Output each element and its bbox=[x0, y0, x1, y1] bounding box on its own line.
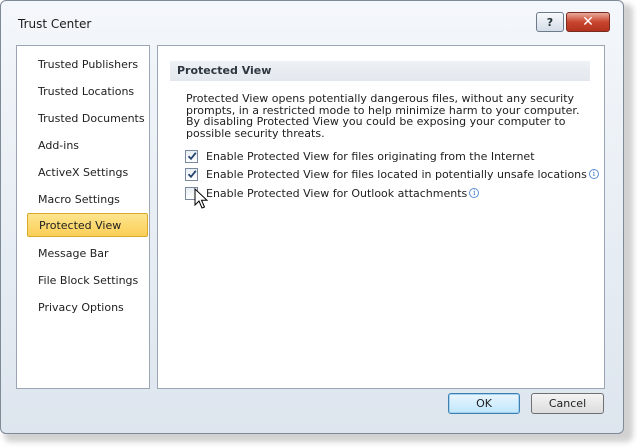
option-label: Enable Protected View for Outlook attach… bbox=[206, 186, 468, 200]
info-icon[interactable]: i bbox=[469, 188, 480, 198]
close-button[interactable]: ✕ bbox=[566, 12, 610, 32]
sidebar-item-protected-view[interactable]: Protected View bbox=[27, 213, 148, 237]
checkmark-icon bbox=[187, 170, 197, 179]
sidebar-item-add-ins[interactable]: Add-ins bbox=[27, 134, 147, 158]
help-icon: ? bbox=[546, 15, 554, 29]
option-unsafe-locations[interactable]: Enable Protected View for files located … bbox=[185, 166, 599, 182]
section-title: Protected View bbox=[170, 61, 590, 81]
window-title: Trust Center bbox=[18, 17, 92, 31]
checkbox-internet-files[interactable] bbox=[185, 149, 198, 163]
sidebar-item-trusted-locations[interactable]: Trusted Locations bbox=[27, 80, 147, 104]
section-description: Protected View opens potentially dangero… bbox=[186, 92, 580, 140]
option-label: Enable Protected View for files located … bbox=[206, 167, 587, 181]
option-label: Enable Protected View for files originat… bbox=[206, 149, 535, 163]
settings-panel: Protected View Protected View opens pote… bbox=[157, 45, 605, 389]
sidebar-item-privacy-options[interactable]: Privacy Options bbox=[27, 296, 147, 320]
checkbox-unsafe-locations[interactable] bbox=[185, 167, 198, 181]
sidebar-item-file-block-settings[interactable]: File Block Settings bbox=[27, 269, 147, 293]
checkmark-icon bbox=[187, 152, 197, 161]
ok-button[interactable]: OK bbox=[448, 393, 520, 414]
close-icon: ✕ bbox=[582, 14, 594, 30]
option-outlook-attachments[interactable]: Enable Protected View for Outlook attach… bbox=[185, 185, 480, 201]
mouse-pointer-icon bbox=[194, 188, 208, 209]
title-bar[interactable]: Trust Center ? ✕ bbox=[1, 1, 623, 37]
sidebar-item-message-bar[interactable]: Message Bar bbox=[27, 242, 147, 266]
category-list: Trusted Publishers Trusted Locations Tru… bbox=[16, 45, 150, 389]
help-button[interactable]: ? bbox=[536, 12, 564, 32]
option-internet-files[interactable]: Enable Protected View for files originat… bbox=[185, 148, 535, 164]
sidebar-item-trusted-documents[interactable]: Trusted Documents bbox=[27, 107, 147, 131]
sidebar-item-activex-settings[interactable]: ActiveX Settings bbox=[27, 161, 147, 185]
cancel-button[interactable]: Cancel bbox=[531, 393, 604, 414]
sidebar-item-trusted-publishers[interactable]: Trusted Publishers bbox=[27, 53, 147, 77]
sidebar-item-macro-settings[interactable]: Macro Settings bbox=[27, 188, 147, 212]
info-icon[interactable]: i bbox=[588, 169, 599, 179]
